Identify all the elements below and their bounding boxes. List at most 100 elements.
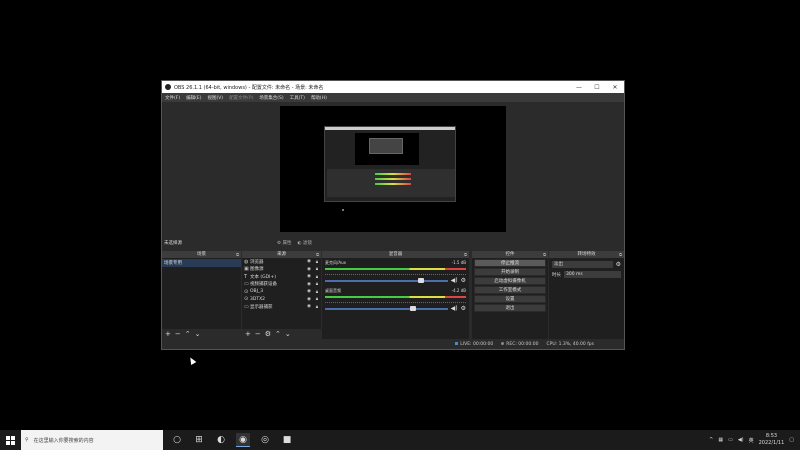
search-icon: ⚲ [25,437,29,443]
duration-label: 时长 [552,272,561,278]
visibility-eye-icon[interactable]: ◉ [305,282,313,287]
move-up-button[interactable]: ⌃ [185,330,191,338]
minimize-button[interactable]: — [570,84,588,91]
dock-float-icon[interactable]: ⧉ [619,251,622,258]
tray-chevron-icon[interactable]: ^ [709,437,713,443]
clock[interactable]: 8:53 2022/1/11 [759,433,785,447]
move-down-button[interactable]: ⌄ [285,330,291,338]
visibility-eye-icon[interactable]: ◉ [305,304,313,309]
taskbar-search[interactable]: ⚲ 在这里输入你要搜索的内容 [21,430,163,450]
lock-icon[interactable]: 🔒︎ [313,289,321,295]
settings-button[interactable]: 设置 [474,295,546,303]
menu-edit[interactable]: 编辑(E) [186,95,201,101]
windows-logo-icon [5,435,15,445]
properties-button[interactable]: ⚙ 属性 [277,240,291,246]
remove-source-button[interactable]: − [255,330,261,338]
volume-icon[interactable]: ◀) [738,437,744,443]
visibility-eye-icon[interactable]: ◉ [305,259,313,264]
status-bar: LIVE: 00:00:00 REC: 00:00:00 CPU: 1.3%, … [162,340,624,349]
obs-logo-icon [165,84,171,90]
visibility-eye-icon[interactable]: ◉ [305,297,313,302]
transition-gear-icon[interactable]: ⚙ [616,261,621,268]
visibility-eye-icon[interactable]: ◉ [305,267,313,272]
transition-type-select[interactable]: 淡出 [552,261,613,268]
channel-name: 麦克风/Aux [325,260,346,265]
move-down-button[interactable]: ⌄ [195,330,201,338]
start-virtual-camera-button[interactable]: 启动虚拟摄像机 [474,277,546,285]
menu-profile[interactable]: 配置文件(P) [229,95,253,101]
source-name: OBJ_3 [250,289,264,295]
dock-float-icon[interactable]: ⧉ [316,251,319,258]
mixer-dock-title: 混音器 [388,252,403,257]
duration-input[interactable]: 300 ms [564,271,621,278]
add-scene-button[interactable]: + [165,330,171,338]
gear-icon[interactable]: ⚙ [461,305,466,312]
maximize-button[interactable]: ☐ [588,84,606,91]
menu-file[interactable]: 文件(F) [165,95,180,101]
close-button[interactable]: ✕ [606,84,624,91]
grid-icon[interactable]: ⊞ [192,433,206,447]
channel-db: -4.2 dB [451,288,466,293]
task-view-icon[interactable]: ○ [170,433,184,447]
source-name: 浏览器 [250,259,264,265]
volume-slider[interactable] [325,277,448,283]
controls-dock-title: 控件 [505,252,515,257]
sources-dock: 来源 ⧉ ◍ 浏览器 ◉ 🔒︎ ▣ 图像源 ◉ 🔒︎ T 文本 (GDI+) ◉ 🔒︎ ▭ 视频捕获设备 ◉ 🔒… [242,251,321,339]
ime-icon[interactable]: 英 [749,437,754,444]
visibility-eye-icon[interactable]: ◉ [305,274,313,279]
menu-tools[interactable]: 工具(T) [290,95,305,101]
lock-icon[interactable]: 🔒︎ [313,266,321,272]
source-list-item[interactable]: ▣ 图像源 ◉ 🔒︎ [242,266,321,274]
speaker-icon[interactable]: ◀) [451,305,458,312]
source-settings-gear-icon[interactable]: ⚙ [265,330,271,338]
edge-icon[interactable]: ◐ [214,433,228,447]
transitions-dock-title: 转场特效 [577,252,596,257]
rec-status: REC: 00:00:00 [501,342,539,347]
add-source-button[interactable]: + [245,330,251,338]
menu-scene-collection[interactable]: 场景集合(S) [259,95,283,101]
notification-icon[interactable]: ▢ [789,437,794,443]
stop-streaming-button[interactable]: 停止推流 [474,259,546,267]
volume-slider-handle[interactable] [410,305,417,311]
network-icon[interactable]: ▦ [718,437,723,443]
selected-source-label: 未选择源 [164,240,182,246]
source-list-item[interactable]: ⊙ 3DTX2 ◉ 🔒︎ [242,296,321,304]
transitions-dock: 转场特效 ⧉ 淡出 ⚙ 时长 300 ms [549,251,624,339]
scene-list-item[interactable]: 场景专用 [162,259,241,267]
dock-float-icon[interactable]: ⧉ [236,251,239,258]
obs-icon[interactable]: ◉ [236,433,250,447]
lock-icon[interactable]: 🔒︎ [313,304,321,310]
lock-icon[interactable]: 🔒︎ [313,296,321,302]
start-recording-button[interactable]: 开始录制 [474,268,546,276]
source-list-item[interactable]: ▭ 视频捕获设备 ◉ 🔒︎ [242,281,321,289]
source-list-item[interactable]: ◍ 浏览器 ◉ 🔒︎ [242,258,321,266]
filters-button[interactable]: ◐ 滤镜 [297,240,311,246]
lock-icon[interactable]: 🔒︎ [313,281,321,287]
visibility-eye-icon[interactable]: ◉ [305,289,313,294]
source-list-item[interactable]: ⊙ OBJ_3 ◉ 🔒︎ [242,288,321,296]
dock-float-icon[interactable]: ⧉ [464,251,467,258]
remove-scene-button[interactable]: − [175,330,181,338]
mixer-channel-desktop: 桌面音频 -4.2 dB ◀) ⚙ [322,286,469,314]
volume-slider-handle[interactable] [417,277,424,283]
lock-icon[interactable]: 🔒︎ [313,259,321,265]
gear-icon[interactable]: ⚙ [461,277,466,284]
source-list-item[interactable]: ▭ 显示器捕获 ◉ 🔒︎ [242,303,321,311]
volume-slider[interactable] [325,305,448,311]
start-button[interactable] [0,430,20,450]
move-up-button[interactable]: ⌃ [275,330,281,338]
dock-float-icon[interactable]: ⧉ [543,251,546,258]
app-red-icon[interactable]: ■ [280,433,294,447]
menu-help[interactable]: 帮助(H) [311,95,327,101]
battery-icon[interactable]: ▭ [728,437,733,443]
preview-canvas[interactable] [280,106,506,232]
search-placeholder: 在这里输入你要搜索的内容 [33,437,94,444]
speaker-icon[interactable]: ◀) [451,277,458,284]
studio-mode-button[interactable]: 工作室模式 [474,286,546,294]
menu-view[interactable]: 视图(V) [207,95,223,101]
lock-icon[interactable]: 🔒︎ [313,274,321,280]
exit-button[interactable]: 退出 [474,304,546,312]
steam-icon[interactable]: ◎ [258,433,272,447]
rec-icon [501,342,505,345]
source-list-item[interactable]: T 文本 (GDI+) ◉ 🔒︎ [242,273,321,281]
